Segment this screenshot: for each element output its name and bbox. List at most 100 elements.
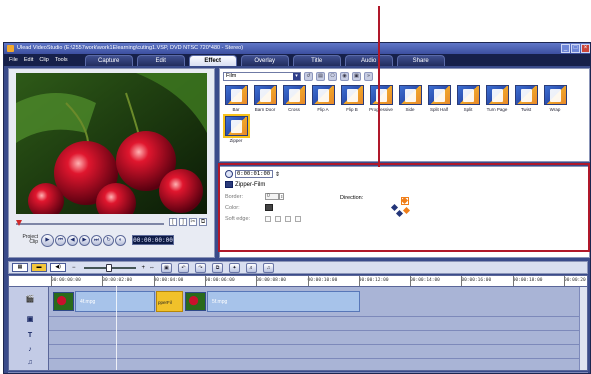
tab-capture[interactable]: Capture: [84, 55, 133, 66]
preview-screen: [16, 73, 207, 214]
title-track-icon: T: [27, 332, 33, 339]
end-button[interactable]: ⏭: [91, 234, 102, 246]
effect-thumbnail[interactable]: Flip A: [310, 85, 336, 112]
minimize-button[interactable]: _: [561, 44, 570, 53]
border-spin[interactable]: ⇕: [279, 193, 284, 200]
tab-effect[interactable]: Effect: [188, 55, 237, 66]
gallery-icon[interactable]: ▣: [352, 72, 361, 81]
duration-field[interactable]: 0:00:01:00: [235, 170, 273, 178]
effect-thumbnail-label: Barn Door: [254, 107, 276, 112]
timeline-toolbar: ▦ ▬ ◀) − + ⇔ ▣ ↶ ↷ ⧉ ✦ ♬ ♫: [8, 261, 588, 274]
playhead[interactable]: [116, 276, 117, 370]
effect-thumbnail[interactable]: Split: [455, 85, 481, 112]
effect-thumbnail[interactable]: Twist: [513, 85, 539, 112]
zoom-out-icon[interactable]: −: [72, 265, 76, 271]
options-panel: 0:00:01:00 ⇕ Zipper-Film Border: 0 ⇕ Col…: [219, 166, 590, 258]
overlay-track-icon: ▣: [26, 316, 34, 323]
next-frame-button[interactable]: ▶: [79, 234, 90, 246]
direction-bottom[interactable]: [395, 209, 404, 218]
menu-tools[interactable]: Tools: [52, 57, 71, 63]
timeline: 00:00:00:00 00:00:02:00 00:00:04:00 00:00:0…: [8, 275, 588, 371]
scrub-bar[interactable]: [16, 220, 164, 227]
apply-random-icon[interactable]: ⎔: [328, 72, 337, 81]
mark-in-button[interactable]: [: [169, 218, 177, 226]
fit-project-icon[interactable]: ⇔: [149, 265, 155, 271]
effect-thumbnail[interactable]: Bar: [223, 85, 249, 112]
effect-thumbnail[interactable]: Turn Page: [484, 85, 510, 112]
transition-clip-zipper[interactable]: pperFil: [156, 291, 183, 312]
timeline-ruler: 00:00:00:00 00:00:02:00 00:00:04:00 00:00:0…: [9, 276, 587, 287]
effect-preview-icon: [340, 85, 364, 105]
effect-thumbnail[interactable]: Flip B: [339, 85, 365, 112]
tab-audio[interactable]: Audio: [344, 55, 393, 66]
video-clip-4f[interactable]: 4f.mpg: [75, 291, 155, 312]
repeat-button[interactable]: ↻: [103, 234, 114, 246]
tab-edit[interactable]: Edit: [136, 55, 185, 66]
tab-share[interactable]: Share: [396, 55, 445, 66]
duration-spin-icon[interactable]: ⇕: [275, 171, 280, 178]
border-row: Border: 0 ⇕: [225, 193, 284, 200]
smart-proxy-icon[interactable]: ✦: [229, 262, 241, 273]
batch-convert-icon[interactable]: ⧉: [212, 262, 224, 273]
effect-thumbnail-label: Bar: [232, 107, 240, 112]
audio-view-button[interactable]: ◀): [50, 263, 66, 272]
close-button[interactable]: ×: [581, 44, 590, 53]
effect-thumbnail[interactable]: Zipper: [222, 114, 250, 143]
effect-preview-icon: [485, 85, 509, 105]
border-input[interactable]: 0: [265, 193, 279, 200]
effect-thumbnail[interactable]: Barn Door: [252, 85, 278, 112]
redo-icon[interactable]: ↷: [195, 262, 207, 273]
soft-edge-weak[interactable]: [275, 216, 281, 222]
direction-selector: [390, 196, 411, 218]
auto-music-icon[interactable]: ♫: [263, 262, 275, 273]
maximize-button[interactable]: □: [571, 44, 580, 53]
insert-media-icon[interactable]: ▣: [161, 262, 173, 273]
cut-icon[interactable]: ✂: [189, 218, 197, 226]
mark-out-button[interactable]: ]: [179, 218, 187, 226]
home-button[interactable]: ⏮: [55, 234, 66, 246]
tab-title[interactable]: Title: [292, 55, 341, 66]
soft-edge-medium[interactable]: [285, 216, 291, 222]
menu-file[interactable]: File: [4, 57, 21, 63]
page: Ulead VideoStudio (E:\2557work\work1Elea…: [0, 0, 591, 374]
effect-thumbnail[interactable]: Side: [397, 85, 423, 112]
timecode-display[interactable]: 00:00:00:00: [132, 235, 174, 245]
timeline-vertical-scrollbar[interactable]: [579, 287, 587, 370]
effect-thumbnail[interactable]: Cross: [281, 85, 307, 112]
effect-thumbnail[interactable]: Split Half: [426, 85, 452, 112]
direction-left[interactable]: [390, 203, 399, 212]
timeline-view-button[interactable]: ▬: [31, 263, 47, 272]
zoom-slider[interactable]: [83, 263, 136, 272]
effect-thumbnail[interactable]: Wrap: [542, 85, 568, 112]
library-icon[interactable]: ▤: [316, 72, 325, 81]
menu-edit[interactable]: Edit: [21, 57, 36, 63]
soft-edge-strong[interactable]: [295, 216, 301, 222]
storyboard-view-button[interactable]: ▦: [12, 263, 28, 272]
volume-button[interactable]: ◐: [115, 234, 126, 246]
effect-category-select[interactable]: Film ▾: [223, 72, 301, 81]
menu-clip[interactable]: Clip: [36, 57, 51, 63]
undo-icon[interactable]: ↶: [178, 262, 190, 273]
direction-bottom-right[interactable]: [402, 206, 411, 215]
effect-thumbnail-label: Split: [463, 107, 473, 112]
video-clip-5f[interactable]: 5f.mpg: [207, 291, 360, 312]
zoom-knob[interactable]: [105, 263, 112, 272]
project-clip-toggle[interactable]: Project Clip: [16, 235, 38, 245]
previous-frame-button[interactable]: ◀: [67, 234, 78, 246]
effect-preview-icon: [543, 85, 567, 105]
enlarge-icon[interactable]: ⧉: [199, 218, 207, 226]
effect-thumbnail-label: Flip B: [346, 107, 358, 112]
ruler-tick-label: 00:00:20: [564, 276, 586, 286]
soft-edge-none[interactable]: [265, 216, 271, 222]
duration-row: 0:00:01:00 ⇕: [225, 170, 280, 178]
sound-mixer-icon[interactable]: ♬: [246, 262, 258, 273]
expand-icon[interactable]: »: [364, 72, 373, 81]
play-button[interactable]: ▶: [41, 233, 54, 247]
apply-icon[interactable]: ↺: [304, 72, 313, 81]
tab-overlay[interactable]: Overlay: [240, 55, 289, 66]
clip-thumbnail: [185, 292, 206, 311]
color-swatch[interactable]: [265, 204, 273, 211]
zoom-in-icon[interactable]: +: [142, 265, 146, 271]
effect-thumbnail[interactable]: Progressive: [368, 85, 394, 112]
apply-current-icon[interactable]: ◉: [340, 72, 349, 81]
